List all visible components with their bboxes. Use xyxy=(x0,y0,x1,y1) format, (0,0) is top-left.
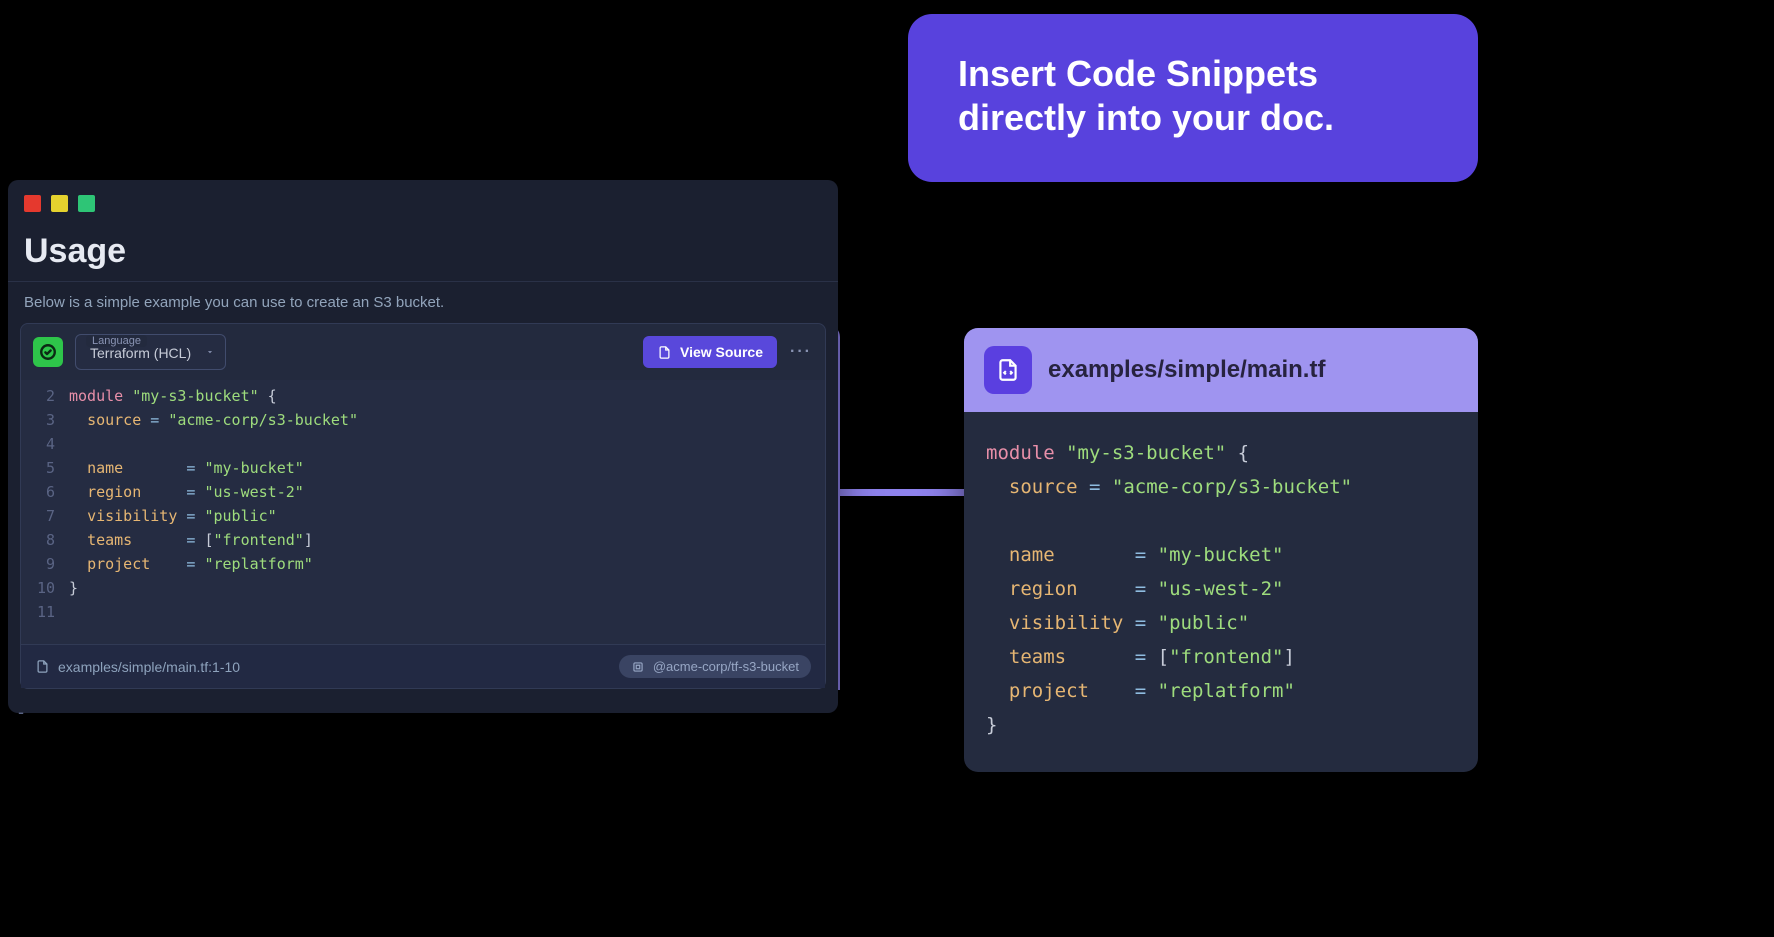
line-number: 8 xyxy=(21,528,69,552)
code-text: visibility = "public" xyxy=(69,504,825,528)
code-line: 10} xyxy=(21,576,825,600)
code-text: name = "my-bucket" xyxy=(69,456,825,480)
source-file-path: examples/simple/main.tf xyxy=(1048,356,1325,384)
code-line: 4 xyxy=(21,432,825,456)
code-line: 11 xyxy=(21,600,825,624)
line-number: 6 xyxy=(21,480,69,504)
section-description: Below is a simple example you can use to… xyxy=(8,282,838,323)
code-line: 6 region = "us-west-2" xyxy=(21,480,825,504)
file-code-icon xyxy=(984,346,1032,394)
status-check-icon xyxy=(33,337,63,367)
language-select-label: Language xyxy=(86,335,147,347)
code-snippet-block: Language Terraform (HCL) View Source ···… xyxy=(20,323,826,689)
snippet-footer: examples/simple/main.tf:1-10 @acme-corp/… xyxy=(21,644,825,688)
code-line: 2module "my-s3-bucket" { xyxy=(21,384,825,408)
line-number: 9 xyxy=(21,552,69,576)
snippet-file-path[interactable]: examples/simple/main.tf:1-10 xyxy=(35,659,240,675)
more-menu-button[interactable]: ··· xyxy=(789,340,813,364)
code-text xyxy=(69,600,825,624)
source-preview-card: examples/simple/main.tf module "my-s3-bu… xyxy=(964,328,1478,772)
code-text: source = "acme-corp/s3-bucket" xyxy=(69,408,825,432)
window-zoom-icon[interactable] xyxy=(78,195,95,212)
file-icon xyxy=(657,345,672,360)
doc-editor-window: Usage Below is a simple example you can … xyxy=(8,180,838,713)
callout-text: Insert Code Snippets directly into your … xyxy=(958,52,1428,140)
code-text xyxy=(69,432,825,456)
code-text: } xyxy=(69,576,825,600)
line-number: 3 xyxy=(21,408,69,432)
code-line: 5 name = "my-bucket" xyxy=(21,456,825,480)
code-text: module "my-s3-bucket" { xyxy=(69,384,825,408)
stack-icon xyxy=(631,660,645,674)
callout-card: Insert Code Snippets directly into your … xyxy=(908,14,1478,182)
snippet-toolbar: Language Terraform (HCL) View Source ··· xyxy=(21,324,825,380)
line-number: 5 xyxy=(21,456,69,480)
code-text: region = "us-west-2" xyxy=(69,480,825,504)
code-line: 9 project = "replatform" xyxy=(21,552,825,576)
repo-chip-text: @acme-corp/tf-s3-bucket xyxy=(653,659,799,674)
line-number: 7 xyxy=(21,504,69,528)
code-editor[interactable]: 2module "my-s3-bucket" {3 source = "acme… xyxy=(21,380,825,644)
code-line: 8 teams = ["frontend"] xyxy=(21,528,825,552)
window-close-icon[interactable] xyxy=(24,195,41,212)
source-header: examples/simple/main.tf xyxy=(964,328,1478,412)
source-code: module "my-s3-bucket" { source = "acme-c… xyxy=(964,412,1478,772)
cursor-indicator: - xyxy=(18,702,24,723)
window-minimize-icon[interactable] xyxy=(51,195,68,212)
view-source-label: View Source xyxy=(680,344,763,360)
window-titlebar xyxy=(8,180,838,226)
line-number: 11 xyxy=(21,600,69,624)
language-select[interactable]: Language Terraform (HCL) xyxy=(75,334,226,370)
code-text: project = "replatform" xyxy=(69,552,825,576)
snippet-path-text: examples/simple/main.tf:1-10 xyxy=(58,659,240,675)
line-number: 10 xyxy=(21,576,69,600)
repo-chip[interactable]: @acme-corp/tf-s3-bucket xyxy=(619,655,811,678)
line-number: 4 xyxy=(21,432,69,456)
section-title: Usage xyxy=(8,226,838,282)
code-line: 7 visibility = "public" xyxy=(21,504,825,528)
view-source-button[interactable]: View Source xyxy=(643,336,777,368)
line-number: 2 xyxy=(21,384,69,408)
code-text: teams = ["frontend"] xyxy=(69,528,825,552)
connector-line xyxy=(833,489,965,496)
file-icon xyxy=(35,659,50,674)
code-line: 3 source = "acme-corp/s3-bucket" xyxy=(21,408,825,432)
language-select-value: Terraform (HCL) xyxy=(90,345,191,361)
chevron-down-icon xyxy=(205,347,215,357)
